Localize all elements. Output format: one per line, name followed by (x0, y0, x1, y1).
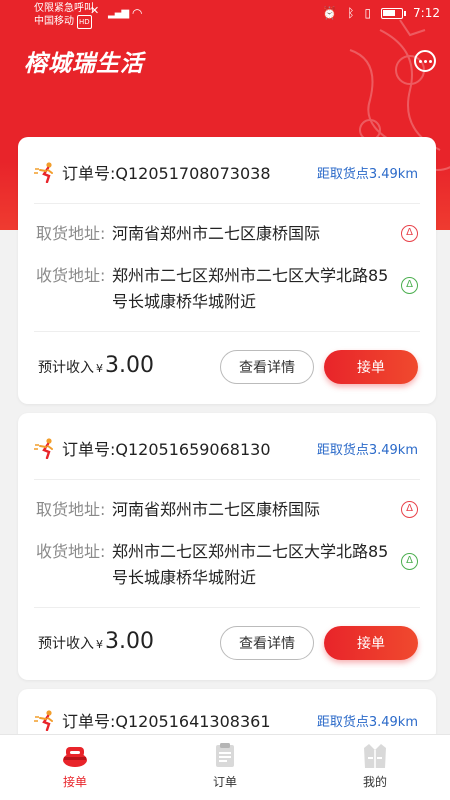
view-details-button[interactable]: 查看详情 (220, 350, 314, 384)
alarm-icon: ⏰ (322, 6, 338, 20)
divider (34, 607, 420, 608)
dropoff-address: 郑州市二七区郑州市二七区大学北路85号长城康桥华城附近 (112, 266, 389, 311)
divider (34, 479, 420, 480)
income-label: 预计收入 (38, 636, 94, 652)
distance-link[interactable]: 距取货点3.49km (317, 163, 418, 182)
order-number: 订单号:Q12051708073038 (62, 164, 271, 183)
vibrate-icon: ▯ (364, 6, 372, 20)
dropoff-label: 收货地址: (36, 266, 106, 285)
status-time: 7:12 (413, 6, 440, 20)
bluetooth-icon: ᛒ (347, 6, 355, 20)
app-logo: 榕城瑞生活 (24, 50, 144, 77)
accept-order-icon (63, 747, 87, 767)
battery-icon (381, 7, 407, 19)
distance-link[interactable]: 距取货点3.49km (317, 439, 418, 458)
dropoff-label: 收货地址: (36, 542, 106, 561)
tab-orders[interactable]: 订单 (150, 735, 300, 800)
carrier-name: 中国移动 (34, 16, 74, 27)
runner-icon (34, 162, 53, 183)
estimated-income: 预计收入 ¥ 3.00 (38, 353, 154, 378)
divider (34, 331, 420, 332)
order-card: 订单号:Q12051659068130 距取货点3.49km 取货地址: 河南省… (18, 413, 436, 680)
pickup-address: 河南省郑州市二七区康桥国际 (112, 224, 321, 243)
vest-profile-icon (364, 744, 386, 768)
tab-label: 订单 (212, 775, 237, 789)
order-number: 订单号:Q12051659068130 (62, 440, 271, 459)
divider (34, 203, 420, 204)
dropoff-address: 郑州市二七区郑州市二七区大学北路85号长城康桥华城附近 (112, 542, 389, 587)
hd-badge: HD (77, 15, 92, 29)
income-amount: 3.00 (105, 353, 154, 378)
dropoff-marker-icon: Δ (401, 553, 418, 570)
currency-symbol: ¥ (96, 638, 103, 651)
estimated-income: 预计收入 ¥ 3.00 (38, 629, 154, 654)
tab-label: 接单 (62, 775, 87, 789)
no-sim-icon: ✕ (90, 4, 100, 17)
tab-profile[interactable]: 我的 (300, 735, 450, 800)
wifi-icon: ◠ (132, 6, 143, 20)
dropoff-marker-icon: Δ (401, 277, 418, 294)
bottom-tab-bar: 接单 订单 我的 (0, 734, 450, 800)
pickup-marker-icon: Δ (401, 225, 418, 242)
tab-accept-order[interactable]: 接单 (0, 735, 150, 800)
accept-order-button[interactable]: 接单 (324, 626, 418, 660)
pickup-address: 河南省郑州市二七区康桥国际 (112, 500, 321, 519)
view-details-button[interactable]: 查看详情 (220, 626, 314, 660)
signal-icon: ▂▄▆ (108, 8, 129, 19)
carrier-info: 仅限紧急呼叫 中国移动 HD (34, 3, 94, 29)
status-bar: 仅限紧急呼叫 中国移动 HD ✕ ▂▄▆ ◠ ⏰ ᛒ ▯ 7:12 (0, 0, 450, 34)
pickup-marker-icon: Δ (401, 501, 418, 518)
income-amount: 3.00 (105, 629, 154, 654)
distance-link[interactable]: 距取货点3.49km (317, 711, 418, 730)
currency-symbol: ¥ (96, 362, 103, 375)
accept-order-button[interactable]: 接单 (324, 350, 418, 384)
pickup-label: 取货地址: (36, 500, 106, 519)
order-list-icon (216, 743, 234, 767)
runner-icon (34, 438, 53, 459)
pickup-label: 取货地址: (36, 224, 106, 243)
tab-label: 我的 (362, 775, 387, 789)
income-label: 预计收入 (38, 360, 94, 376)
order-number: 订单号:Q12051641308361 (62, 712, 271, 731)
runner-icon (34, 710, 53, 731)
carrier-emergency-text: 仅限紧急呼叫 (34, 3, 94, 14)
chat-bubble-icon[interactable] (414, 50, 436, 72)
order-card: 订单号:Q12051708073038 距取货点3.49km 取货地址: 河南省… (18, 137, 436, 404)
